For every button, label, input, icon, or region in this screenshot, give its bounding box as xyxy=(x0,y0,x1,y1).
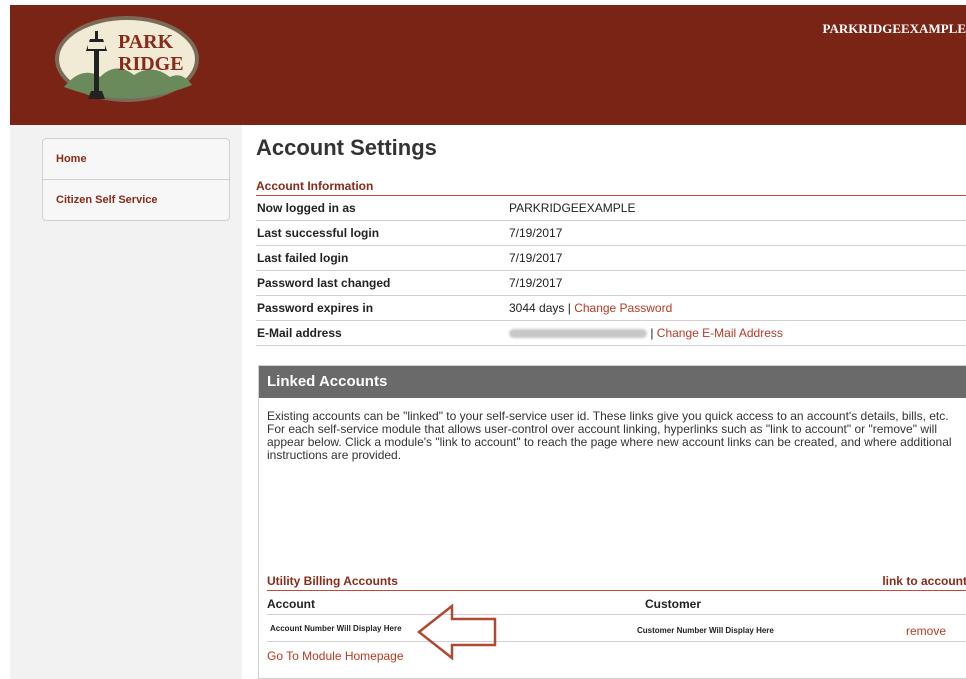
linked-accounts-panel: Linked Accounts Existing accounts can be… xyxy=(258,365,966,679)
info-row-password-expires: Password expires in 3044 days | Change P… xyxy=(256,295,966,321)
info-value: PARKRIDGEEXAMPLE xyxy=(509,196,966,221)
column-header-customer: Customer xyxy=(645,597,702,611)
account-information-heading: Account Information xyxy=(256,179,966,196)
site-header: PARK RIDGE PARKRIDGEEXAMPLE xyxy=(10,5,966,125)
go-to-module-homepage-link[interactable]: Go To Module Homepage xyxy=(267,649,404,663)
separator: | xyxy=(647,326,657,340)
info-label: Last successful login xyxy=(256,220,509,246)
customer-number-value: Customer Number Will Display Here xyxy=(637,626,774,635)
info-label: Last failed login xyxy=(256,245,509,271)
linked-accounts-description: Existing accounts can be "linked" to you… xyxy=(267,409,952,462)
divider xyxy=(267,590,966,591)
change-password-link[interactable]: Change Password xyxy=(574,301,672,315)
link-to-account-link[interactable]: link to account xyxy=(882,574,966,588)
linked-accounts-heading: Linked Accounts xyxy=(259,366,966,398)
page-title: Account Settings xyxy=(256,135,437,160)
change-email-link[interactable]: Change E-Mail Address xyxy=(657,326,783,340)
account-info-table: Now logged in as PARKRIDGEEXAMPLE Last s… xyxy=(256,196,966,346)
info-value: 7/19/2017 xyxy=(509,245,966,271)
info-value: 7/19/2017 xyxy=(509,220,966,246)
info-row-last-success: Last successful login 7/19/2017 xyxy=(256,220,966,246)
info-row-password-changed: Password last changed 7/19/2017 xyxy=(256,270,966,296)
info-value-cell: 3044 days | Change Password xyxy=(509,295,966,321)
blurred-email-value xyxy=(509,329,647,339)
info-row-logged-in: Now logged in as PARKRIDGEEXAMPLE xyxy=(256,196,966,221)
account-number-value: Account Number Will Display Here xyxy=(270,624,402,633)
separator: | xyxy=(564,301,575,315)
column-header-account: Account xyxy=(267,597,315,611)
svg-text:PARK: PARK xyxy=(118,31,174,53)
info-label: Password last changed xyxy=(256,270,509,296)
svg-text:RIDGE: RIDGE xyxy=(118,53,184,75)
sidebar-item-home[interactable]: Home xyxy=(43,139,229,179)
utility-billing-heading: Utility Billing Accounts xyxy=(267,574,398,588)
divider xyxy=(267,641,966,642)
remove-link[interactable]: remove xyxy=(906,624,946,638)
info-value-cell: | Change E-Mail Address xyxy=(509,320,966,346)
left-arrow-annotation-icon xyxy=(416,603,497,661)
divider xyxy=(267,614,966,615)
sidebar-item-citizen-self-service[interactable]: Citizen Self Service xyxy=(43,179,229,220)
info-row-email: E-Mail address | Change E-Mail Address xyxy=(256,320,966,346)
info-value: 7/19/2017 xyxy=(509,270,966,296)
info-row-last-failed: Last failed login 7/19/2017 xyxy=(256,245,966,271)
password-expires-value: 3044 days xyxy=(509,301,565,315)
info-label: E-Mail address xyxy=(256,320,509,346)
sidebar-nav: Home Citizen Self Service xyxy=(42,138,230,221)
username-label: PARKRIDGEEXAMPLE xyxy=(822,21,966,36)
info-label: Now logged in as xyxy=(256,196,509,221)
park-ridge-logo[interactable]: PARK RIDGE xyxy=(52,7,202,105)
info-label: Password expires in xyxy=(256,295,509,321)
